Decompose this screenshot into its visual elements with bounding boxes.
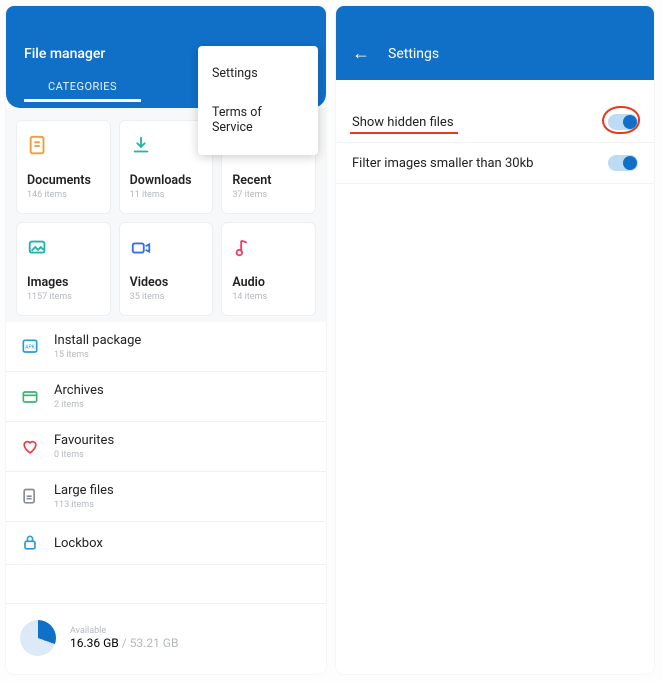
settings-list: Show hidden files Filter images smaller … (336, 80, 654, 184)
category-count: 37 items (232, 190, 305, 200)
settings-header: ← Settings (336, 6, 654, 80)
category-label: Images (27, 275, 100, 290)
storage-value: 16.36 GB / 53.21 GB (70, 636, 178, 650)
file-manager-screen: File manager CATEGORIES Settings Terms o… (6, 6, 326, 674)
download-icon (130, 135, 152, 157)
settings-title: Settings (388, 46, 439, 62)
row-count: 2 items (54, 400, 104, 410)
svg-text:APK: APK (25, 344, 35, 350)
file-icon (27, 135, 49, 157)
row-label: Install package (54, 333, 141, 348)
list-item-large-files[interactable]: Large files 113 items (6, 472, 326, 522)
large-file-icon (20, 487, 40, 507)
setting-label: Show hidden files (352, 115, 454, 130)
category-label: Videos (130, 275, 203, 290)
setting-filter-small-images[interactable]: Filter images smaller than 30kb (336, 143, 654, 184)
heart-icon (20, 437, 40, 457)
category-count: 146 items (27, 190, 100, 200)
category-label: Downloads (130, 173, 203, 188)
row-label: Lockbox (54, 536, 103, 551)
audio-icon (232, 237, 254, 259)
toggle-filter-small-images[interactable] (608, 155, 638, 171)
setting-show-hidden-files[interactable]: Show hidden files (336, 102, 654, 143)
apk-icon: APK (20, 337, 40, 357)
menu-item-terms[interactable]: Terms of Service (198, 93, 318, 147)
lock-icon (20, 533, 40, 553)
file-manager-header: File manager CATEGORIES Settings Terms o… (6, 6, 326, 108)
category-count: 1157 items (27, 292, 100, 302)
setting-label: Filter images smaller than 30kb (352, 156, 533, 171)
row-count: 0 items (54, 450, 114, 460)
row-label: Archives (54, 383, 104, 398)
toggle-show-hidden-files[interactable] (608, 114, 638, 130)
category-videos[interactable]: Videos 35 items (119, 222, 214, 316)
category-list: APK Install package 15 items Archives 2 … (6, 322, 326, 603)
category-audio[interactable]: Audio 14 items (221, 222, 316, 316)
storage-summary[interactable]: Available 16.36 GB / 53.21 GB (6, 603, 326, 674)
category-label: Recent (232, 173, 305, 188)
list-item-install-package[interactable]: APK Install package 15 items (6, 322, 326, 372)
back-button[interactable]: ← (352, 45, 370, 63)
video-icon (130, 237, 152, 259)
row-label: Favourites (54, 433, 114, 448)
menu-item-settings[interactable]: Settings (198, 54, 318, 93)
storage-pie-icon (20, 620, 56, 656)
storage-available-label: Available (70, 626, 178, 636)
overflow-menu: Settings Terms of Service (198, 46, 318, 155)
category-count: 14 items (232, 292, 305, 302)
category-images[interactable]: Images 1157 items (16, 222, 111, 316)
list-item-archives[interactable]: Archives 2 items (6, 372, 326, 422)
category-label: Audio (232, 275, 305, 290)
category-label: Documents (27, 173, 100, 188)
list-item-favourites[interactable]: Favourites 0 items (6, 422, 326, 472)
category-count: 35 items (130, 292, 203, 302)
category-documents[interactable]: Documents 146 items (16, 120, 111, 214)
settings-screen: ← Settings Show hidden files Filter imag… (336, 6, 654, 674)
tab-categories[interactable]: CATEGORIES (24, 80, 141, 102)
image-icon (27, 237, 49, 259)
archive-icon (20, 387, 40, 407)
row-count: 113 items (54, 500, 114, 510)
list-item-lockbox[interactable]: Lockbox (6, 522, 326, 565)
row-label: Large files (54, 483, 114, 498)
row-count: 15 items (54, 350, 141, 360)
category-count: 11 items (130, 190, 203, 200)
